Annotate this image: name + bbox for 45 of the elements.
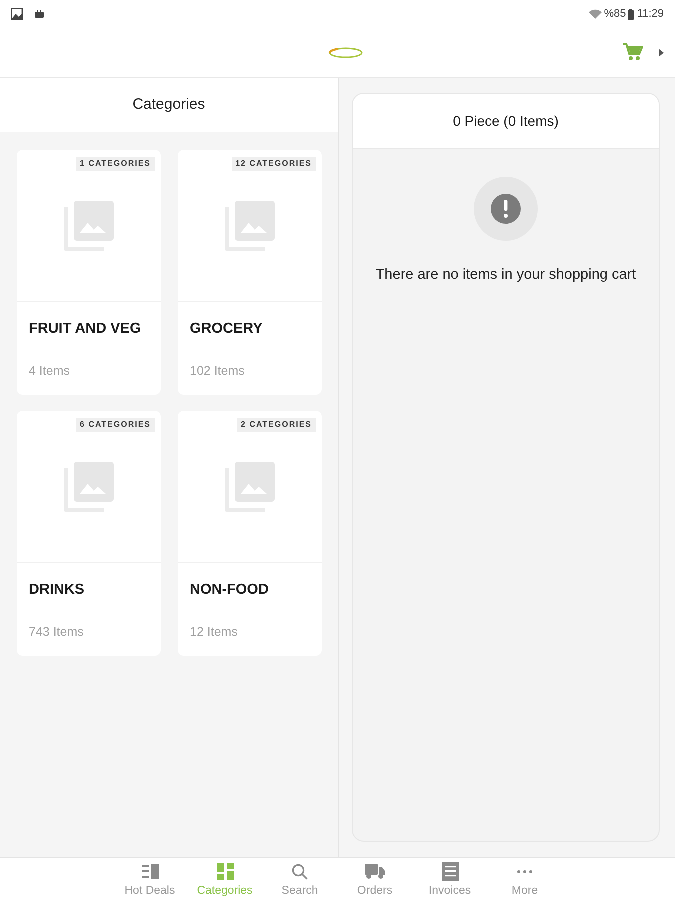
category-card[interactable]: 2 CATEGORIES NON-FOOD 12 Items bbox=[178, 411, 322, 656]
category-name: DRINKS bbox=[29, 581, 86, 599]
shopping-cart-icon bbox=[623, 43, 643, 61]
caret-right-icon[interactable] bbox=[659, 49, 664, 57]
truck-icon bbox=[365, 864, 385, 879]
subcategory-count-badge: 2 CATEGORIES bbox=[237, 418, 316, 432]
document-icon bbox=[442, 862, 458, 881]
item-count: 4 Items bbox=[29, 363, 71, 379]
nav-tab[interactable]: Categories bbox=[188, 858, 262, 900]
subcategory-count-badge: 12 CATEGORIES bbox=[232, 157, 316, 171]
battery-percent: %85 bbox=[604, 8, 626, 20]
item-count: 12 Items bbox=[190, 624, 239, 640]
category-name: NON-FOOD bbox=[190, 581, 270, 599]
image-placeholder-icon bbox=[225, 462, 275, 512]
empty-cart-message: There are no items in your shopping cart bbox=[376, 266, 636, 285]
grid-icon bbox=[216, 863, 234, 880]
nav-tab[interactable]: Orders bbox=[338, 858, 412, 900]
logo-icon bbox=[328, 46, 364, 58]
category-card[interactable]: 6 CATEGORIES DRINKS 743 Items bbox=[17, 411, 161, 656]
image-placeholder-icon bbox=[225, 200, 275, 250]
cart-summary: 0 Piece (0 Items) bbox=[453, 112, 559, 131]
category-card[interactable]: 12 CATEGORIES GROCERY 102 Items bbox=[178, 150, 322, 395]
item-count: 743 Items bbox=[29, 624, 85, 640]
panel-title: Categories bbox=[132, 94, 206, 115]
wifi-icon bbox=[589, 9, 602, 19]
image-icon bbox=[11, 8, 23, 20]
category-name: FRUIT AND VEG bbox=[29, 320, 142, 338]
list-icon bbox=[142, 864, 158, 879]
image-placeholder-icon bbox=[64, 200, 114, 250]
nav-tab[interactable]: Invoices bbox=[412, 858, 488, 900]
image-placeholder-icon bbox=[64, 462, 114, 512]
item-count: 102 Items bbox=[190, 363, 246, 379]
subcategory-count-badge: 1 CATEGORIES bbox=[76, 157, 155, 171]
alert-icon bbox=[474, 177, 538, 241]
more-icon bbox=[517, 870, 533, 874]
clock-time: 11:29 bbox=[637, 8, 664, 20]
nav-tab[interactable]: Hot Deals bbox=[112, 858, 188, 900]
battery-icon bbox=[628, 8, 634, 20]
subcategory-count-badge: 6 CATEGORIES bbox=[76, 418, 155, 432]
nav-tab[interactable]: More bbox=[488, 858, 562, 900]
category-card[interactable]: 1 CATEGORIES FRUIT AND VEG 4 Items bbox=[17, 150, 161, 395]
category-name: GROCERY bbox=[190, 320, 264, 338]
search-icon bbox=[292, 864, 308, 880]
briefcase-icon bbox=[35, 10, 44, 18]
nav-tab[interactable]: Search bbox=[262, 858, 338, 900]
